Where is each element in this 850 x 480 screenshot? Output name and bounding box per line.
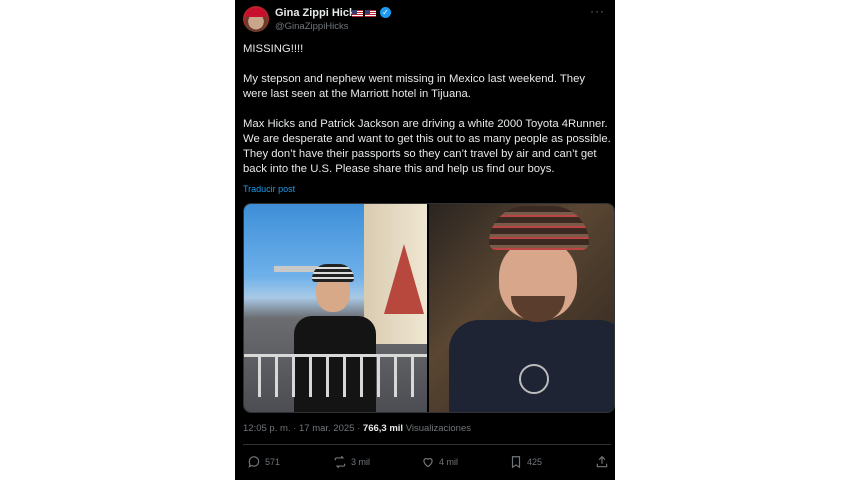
views-count: 766,3 mil xyxy=(362,423,404,434)
repost-count: 3 mil xyxy=(351,457,371,467)
repost-icon xyxy=(334,455,346,469)
post-paragraph: MISSING!!!! xyxy=(243,43,304,55)
like-button[interactable]: 4 mil xyxy=(421,452,458,472)
author-name[interactable]: Gina Zippi Hicks xyxy=(275,7,361,19)
navy-shirt xyxy=(449,320,614,412)
flag-icons xyxy=(352,8,378,18)
us-flag-icon xyxy=(352,10,363,18)
share-button[interactable] xyxy=(595,452,609,472)
bookmark-button[interactable]: 425 xyxy=(509,452,542,472)
repost-button[interactable]: 3 mil xyxy=(333,452,370,472)
more-icon[interactable]: ··· xyxy=(590,4,605,18)
like-count: 4 mil xyxy=(439,457,459,467)
person-right xyxy=(449,204,614,412)
verified-badge-icon: ✓ xyxy=(380,7,391,18)
avatar-hat xyxy=(246,8,266,17)
photo-left[interactable] xyxy=(244,204,427,412)
reply-icon xyxy=(248,456,260,468)
us-flag-icon xyxy=(365,10,376,18)
meta-separator: · xyxy=(290,423,299,434)
photo-right[interactable] xyxy=(429,204,614,412)
railing xyxy=(244,354,427,397)
views-label: Visualizaciones xyxy=(405,423,471,434)
post-time[interactable]: 12:05 p. m. xyxy=(243,423,291,434)
beanie xyxy=(489,206,589,250)
post-text: MISSING!!!! My stepson and nephew went m… xyxy=(243,42,611,192)
action-bar: 571 3 mil 4 mil 425 xyxy=(243,452,609,472)
author-handle[interactable]: @GinaZippiHicks xyxy=(275,21,349,32)
post-meta: 12:05 p. m. · 17 mar. 2025 · 766,3 mil V… xyxy=(243,423,471,434)
share-icon xyxy=(596,455,608,468)
bookmark-count: 425 xyxy=(527,457,543,467)
post-paragraph: Max Hicks and Patrick Jackson are drivin… xyxy=(243,118,611,175)
reply-count: 571 xyxy=(265,457,281,467)
post-media[interactable] xyxy=(243,203,615,413)
beanie xyxy=(312,264,354,282)
post-paragraph: My stepson and nephew went missing in Me… xyxy=(243,73,586,100)
tweet-card: Gina Zippi Hicks ✓ @GinaZippiHicks ··· M… xyxy=(235,0,615,480)
beard xyxy=(511,296,565,322)
divider xyxy=(243,444,611,445)
bookmark-icon xyxy=(511,456,521,469)
reply-button[interactable]: 571 xyxy=(247,452,280,472)
post-date[interactable]: 17 mar. 2025 xyxy=(299,423,354,434)
heart-icon xyxy=(423,458,433,468)
meta-separator: · xyxy=(354,423,363,434)
shirt-logo xyxy=(519,364,549,394)
translate-link[interactable]: Traducir post xyxy=(243,184,295,194)
avatar[interactable] xyxy=(243,6,269,32)
